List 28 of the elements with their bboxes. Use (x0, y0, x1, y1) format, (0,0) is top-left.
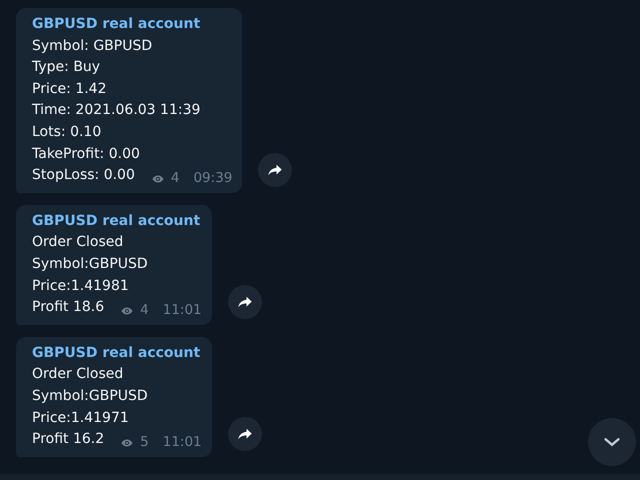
message-line: Symbol: GBPUSD (32, 36, 154, 56)
message-line: StopLoss: 0.00 (32, 166, 135, 186)
share-button[interactable] (228, 284, 262, 319)
message-line: Symbol:GBPUSD (32, 254, 149, 274)
message-line: TakeProfit: 0.00 (32, 144, 141, 164)
message-line: Profit 16.2 (32, 430, 104, 450)
share-button[interactable] (258, 152, 292, 187)
sender-name[interactable]: GBPUSD real account (32, 342, 202, 364)
share-button[interactable] (228, 416, 262, 451)
message-line: Price:1.41971 (32, 408, 130, 428)
view-count: 4 (170, 169, 180, 188)
message-line: Lots: 0.10 (32, 122, 102, 142)
message-line: Price:1.41981 (32, 276, 130, 296)
message-line: Order Closed (32, 233, 124, 252)
message-line: Type: Buy (32, 58, 102, 78)
view-count: 5 (140, 433, 149, 452)
message-line: Order Closed (32, 365, 124, 384)
sender-name[interactable]: GBPUSD real account (32, 14, 232, 36)
message-line: Profit 18.6 (32, 298, 104, 318)
message-time: 09:39 (193, 169, 232, 188)
message-line: Time: 2021.06.03 11:39 (32, 101, 202, 120)
view-count: 4 (140, 301, 149, 320)
message-line: Price: 1.42 (32, 80, 108, 99)
message-time: 11:01 (162, 301, 202, 320)
sender-name[interactable]: GBPUSD real account (32, 210, 202, 232)
scroll-down-button[interactable] (588, 418, 636, 466)
message-line: Symbol:GBPUSD (32, 386, 149, 406)
message-time: 11:01 (162, 433, 202, 452)
